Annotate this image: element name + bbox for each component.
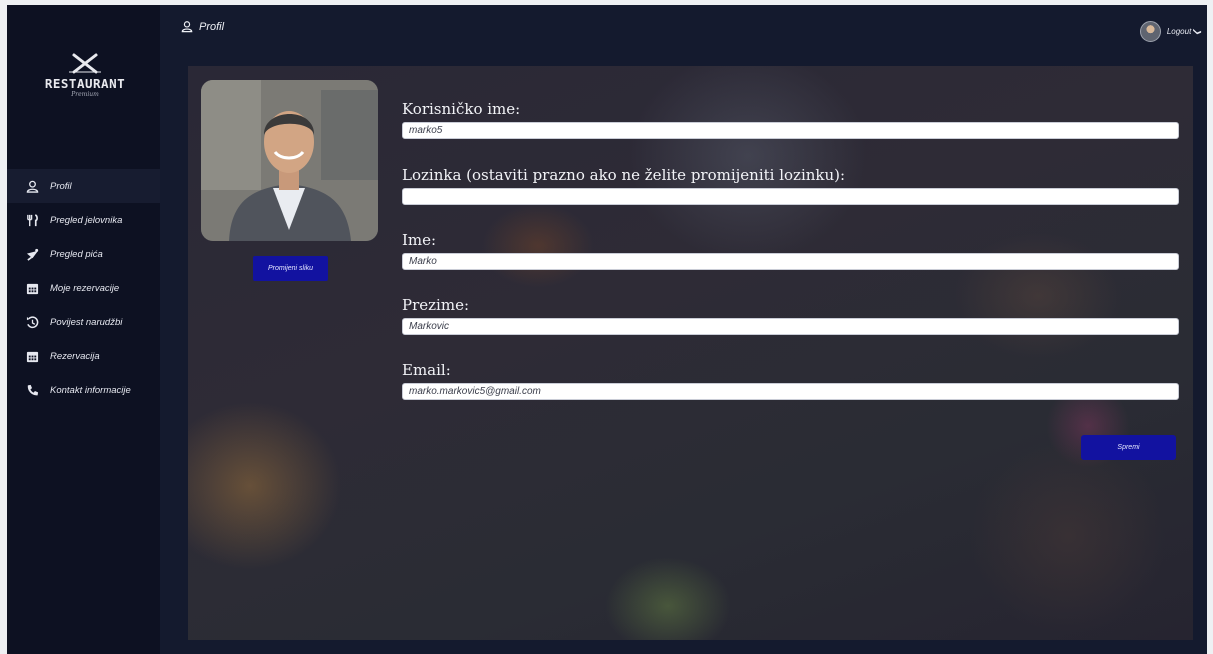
calendar-icon xyxy=(25,281,39,295)
sidebar-item-label: Profil xyxy=(50,180,72,192)
cocktail-icon xyxy=(25,247,39,261)
logo-subtitle: Premium xyxy=(71,91,99,98)
save-button[interactable]: Spremi xyxy=(1081,435,1176,460)
sidebar-item-rezervacija[interactable]: Rezervacija xyxy=(7,339,160,373)
sidebar-item-pregled-jelovnika[interactable]: Pregled jelovnika xyxy=(7,203,160,237)
change-photo-button[interactable]: Promijeni sliku xyxy=(253,256,328,281)
calendar-icon xyxy=(25,349,39,363)
user-icon xyxy=(181,21,193,33)
username-group: Korisničko ime: xyxy=(402,100,1181,139)
profile-photo xyxy=(201,80,378,241)
page-title: Profil xyxy=(181,20,224,33)
avatar xyxy=(1139,21,1161,42)
sidebar: RESTAURANT Premium Profil Pregled jelovn… xyxy=(7,5,160,654)
sidebar-item-label: Rezervacija xyxy=(50,350,100,362)
first-name-label: Ime: xyxy=(402,231,437,249)
password-field[interactable] xyxy=(402,188,1179,205)
crossed-utensils-icon xyxy=(69,53,101,74)
password-group: Lozinka (ostaviti prazno ako ne želite p… xyxy=(402,166,1181,205)
phone-icon xyxy=(25,383,39,397)
username-label: Korisničko ime: xyxy=(402,100,521,118)
sidebar-item-pregled-pica[interactable]: Pregled pića xyxy=(7,237,160,271)
logo-title: RESTAURANT xyxy=(44,76,126,91)
app-window: – ■ x RESTAURANT Premium Profil xyxy=(7,5,1207,654)
restaurant-logo: RESTAURANT Premium xyxy=(39,52,131,98)
chevron-down-icon: ❯ xyxy=(1193,28,1203,35)
logout-label: Logout xyxy=(1166,27,1192,36)
last-name-label: Prezime: xyxy=(402,296,469,314)
sidebar-item-profil[interactable]: Profil xyxy=(7,169,160,203)
page-title-text: Profil xyxy=(199,20,225,33)
sidebar-item-label: Moje rezervacije xyxy=(50,282,120,294)
username-field[interactable] xyxy=(402,122,1179,139)
last-name-field[interactable] xyxy=(402,318,1179,335)
email-field[interactable] xyxy=(402,383,1179,400)
sidebar-item-moje-rezervacije[interactable]: Moje rezervacije xyxy=(7,271,160,305)
user-icon xyxy=(25,179,39,193)
email-group: Email: xyxy=(402,361,1181,400)
sidebar-nav: Profil Pregled jelovnika Pregled pića Mo… xyxy=(7,169,160,407)
sidebar-item-label: Pregled pića xyxy=(50,248,103,260)
sidebar-item-label: Povijest narudžbi xyxy=(50,316,123,328)
sidebar-item-povijest-narudzbi[interactable]: Povijest narudžbi xyxy=(7,305,160,339)
first-name-group: Ime: xyxy=(402,231,1181,270)
sidebar-item-label: Pregled jelovnika xyxy=(50,214,123,226)
history-icon xyxy=(25,315,39,329)
sidebar-item-kontakt-informacije[interactable]: Kontakt informacije xyxy=(7,373,160,407)
profile-form: Korisničko ime: Lozinka (ostaviti prazno… xyxy=(402,100,1181,400)
user-menu[interactable]: Logout ❯ xyxy=(1139,21,1203,42)
first-name-field[interactable] xyxy=(402,253,1179,270)
top-bar: Profil Logout ❯ xyxy=(160,5,1207,65)
email-label: Email: xyxy=(402,361,451,379)
utensils-icon xyxy=(25,213,39,227)
password-label: Lozinka (ostaviti prazno ako ne želite p… xyxy=(402,166,846,184)
last-name-group: Prezime: xyxy=(402,296,1181,335)
sidebar-item-label: Kontakt informacije xyxy=(50,384,131,396)
